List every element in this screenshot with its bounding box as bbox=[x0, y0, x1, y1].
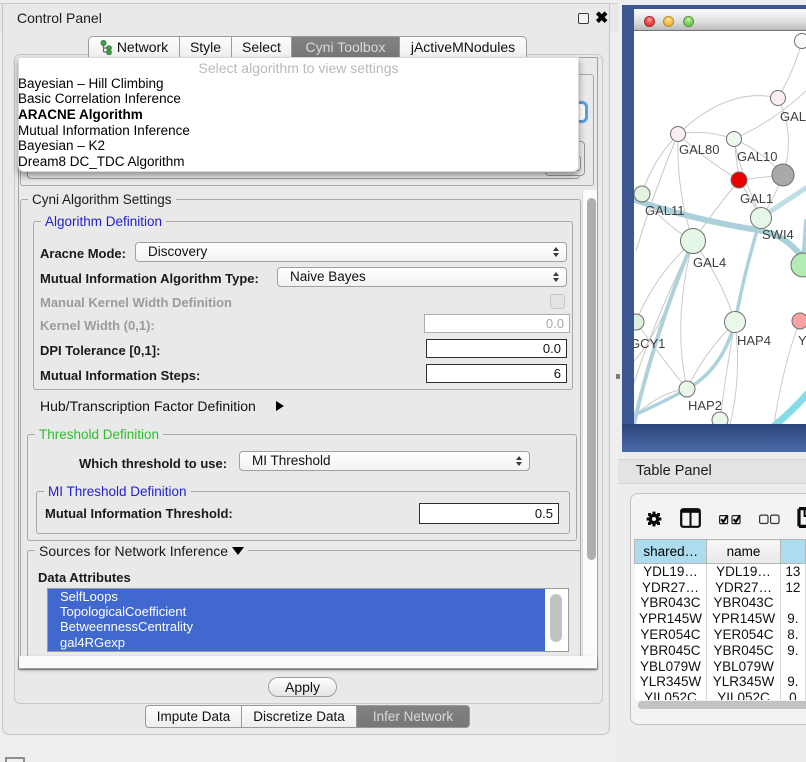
svg-text:GAL80: GAL80 bbox=[679, 142, 719, 157]
svg-text:GAL10: GAL10 bbox=[737, 149, 777, 164]
svg-text:HAP4: HAP4 bbox=[737, 333, 771, 348]
svg-text:GCY1: GCY1 bbox=[634, 336, 665, 351]
svg-text:GAL4: GAL4 bbox=[693, 255, 726, 270]
svg-text:HAP2: HAP2 bbox=[688, 398, 722, 413]
svg-text:GAL11: GAL11 bbox=[645, 203, 685, 218]
svg-text:GAL1: GAL1 bbox=[740, 191, 773, 206]
svg-text:GAL: GAL bbox=[780, 109, 806, 124]
svg-text:SWI4: SWI4 bbox=[762, 227, 794, 242]
svg-text:Y: Y bbox=[798, 333, 806, 348]
